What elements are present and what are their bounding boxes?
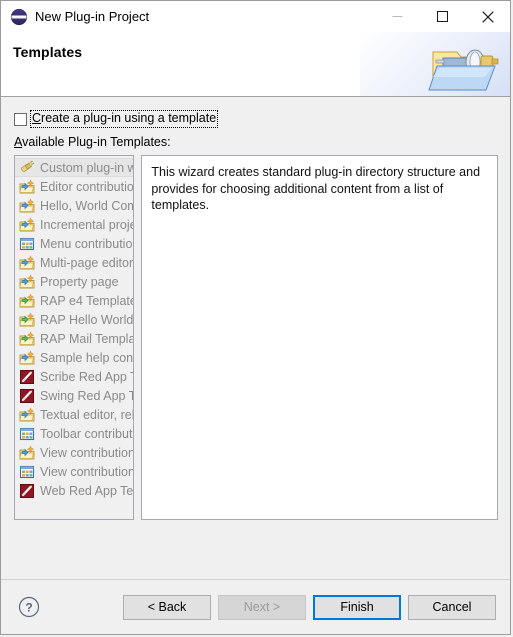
available-label-mnemonic: A <box>14 135 23 149</box>
wizard-body: Create a plug-in using a template Availa… <box>1 97 510 579</box>
template-list[interactable]: Custom plug-in wizard Editor contribution… <box>14 155 135 520</box>
template-list-item[interactable]: RAP e4 Template <box>15 291 133 310</box>
template-list-item-label: Hello, World Command <box>40 198 133 213</box>
window-controls <box>375 1 510 32</box>
template-list-item-label: View contribution using 3.x API <box>40 445 135 460</box>
checkbox-label-rest: reate a plug-in using a template <box>41 111 217 125</box>
folder-star-green-icon <box>19 330 35 347</box>
template-list-item[interactable]: Custom plug-in wizard <box>15 158 134 177</box>
folder-star-green-icon <box>19 292 35 309</box>
title-bar: New Plug-in Project <box>1 1 510 32</box>
template-list-item-label: Scribe Red App Template Wizard <box>40 369 133 384</box>
template-list-item-label: View contribution using 4.x API <box>40 464 135 479</box>
folder-star-blue-icon <box>19 349 35 366</box>
create-from-template-checkbox-row[interactable]: Create a plug-in using a template <box>14 110 219 128</box>
footer-button-row: < Back Next > Finish Cancel <box>123 594 496 620</box>
create-from-template-label[interactable]: Create a plug-in using a template <box>30 110 219 128</box>
template-list-item-label: Menu contribution using 4.x API <box>40 236 135 251</box>
template-list-item-label: Web Red App Template Wizard <box>40 483 134 498</box>
folder-star-blue-icon <box>19 444 35 461</box>
template-list-item[interactable]: Toolbar contribution using e4 API <box>15 424 133 443</box>
template-list-item[interactable]: Hello, World Command <box>15 196 133 215</box>
folder-star-blue-icon <box>19 178 35 195</box>
back-button[interactable]: < Back <box>123 594 211 620</box>
template-list-item-label: Multi-page editor <box>40 255 134 270</box>
template-list-item[interactable]: Multi-page editor <box>15 253 133 272</box>
template-list-item-label: Incremental project builder <box>40 217 133 232</box>
next-button: Next > <box>218 594 306 620</box>
folder-star-blue-icon <box>19 406 35 423</box>
minimize-icon[interactable] <box>375 1 420 32</box>
new-plugin-project-dialog: New Plug-in Project Templates Create a p… <box>0 0 511 635</box>
window-title: New Plug-in Project <box>35 9 150 24</box>
red-wand-icon <box>19 369 35 385</box>
page-title: Templates <box>13 44 83 60</box>
title-bar-left: New Plug-in Project <box>1 8 150 25</box>
folder-star-green-icon <box>19 311 35 328</box>
template-list-item[interactable]: Menu contribution using 4.x API <box>15 234 133 253</box>
available-label-rest: vailable Plug-in Templates: <box>22 135 171 149</box>
template-list-item-label: RAP e4 Template <box>40 293 135 308</box>
folder-star-blue-icon <box>19 273 35 290</box>
template-list-item[interactable]: Property page <box>15 272 133 291</box>
template-list-item[interactable]: Incremental project builder <box>15 215 133 234</box>
folder-plugin-banner-icon <box>427 36 501 94</box>
svg-text:?: ? <box>25 601 32 615</box>
template-list-item[interactable]: Scribe Red App Template Wizard <box>15 367 133 386</box>
folder-star-blue-icon <box>19 216 35 233</box>
available-templates-label: Available Plug-in Templates: <box>14 135 171 149</box>
template-list-item[interactable]: View contribution using 4.x API <box>15 462 133 481</box>
create-from-template-checkbox[interactable] <box>14 112 27 126</box>
template-list-item[interactable]: RAP Mail Template <box>15 329 133 348</box>
wizard-header: Templates <box>1 32 510 97</box>
template-list-item-label: Toolbar contribution using e4 API <box>40 426 133 441</box>
template-list-item-label: Sample help content <box>40 350 134 365</box>
template-list-item[interactable]: Swing Red App Template Wizard <box>15 386 133 405</box>
template-list-item[interactable]: RAP Hello World <box>15 310 133 329</box>
finish-button[interactable]: Finish <box>313 594 401 620</box>
eclipse-icon <box>11 8 27 25</box>
maximize-icon[interactable] <box>420 1 465 32</box>
template-description-text: This wizard creates standard plug-in dir… <box>151 165 481 212</box>
help-icon[interactable]: ? <box>18 596 40 618</box>
folder-star-blue-icon <box>19 197 35 214</box>
folder-star-blue-icon <box>19 254 35 271</box>
template-list-item[interactable]: View contribution using 3.x API <box>15 443 133 462</box>
grid-icon <box>19 464 35 480</box>
grid-icon <box>19 426 35 442</box>
template-list-item[interactable]: Sample help content <box>15 348 133 367</box>
template-list-item-label: Textual editor, relying on Generic Edito… <box>40 407 135 422</box>
template-list-item-label: Property page <box>40 274 119 289</box>
checkbox-mnemonic: C <box>32 111 42 125</box>
close-icon[interactable] <box>465 1 510 32</box>
templates-panes: Custom plug-in wizard Editor contribution… <box>14 155 498 520</box>
red-wand-icon <box>19 388 35 404</box>
template-list-item-label: RAP Hello World <box>40 312 134 327</box>
template-list-item-label: Editor contribution for XML files <box>40 179 135 194</box>
plug-icon <box>19 160 35 176</box>
cancel-button[interactable]: Cancel <box>408 594 496 620</box>
template-description-pane: This wizard creates standard plug-in dir… <box>141 155 498 520</box>
template-list-item-label: Custom plug-in wizard <box>40 160 133 175</box>
red-wand-icon <box>19 483 35 499</box>
template-list-item-label: RAP Mail Template <box>40 331 133 346</box>
template-list-item[interactable]: Web Red App Template Wizard <box>15 481 133 500</box>
template-list-item[interactable]: Editor contribution for XML files <box>15 177 133 196</box>
grid-icon <box>19 236 35 252</box>
template-list-item[interactable]: Textual editor, relying on Generic Edito… <box>15 405 133 424</box>
dialog-footer: ? < Back Next > Finish Cancel <box>1 579 510 634</box>
template-list-item-label: Swing Red App Template Wizard <box>40 388 135 403</box>
